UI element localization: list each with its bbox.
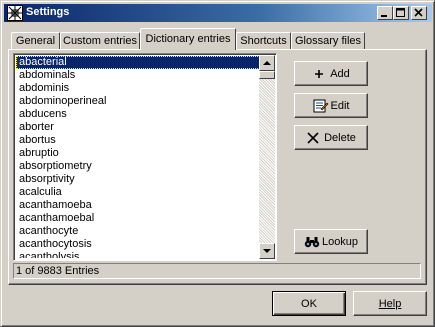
- title-bar[interactable]: Settings: [4, 4, 432, 22]
- close-button[interactable]: [411, 6, 427, 20]
- minimize-button[interactable]: [377, 6, 393, 20]
- tab-dictionary-entries[interactable]: Dictionary entries: [140, 28, 236, 50]
- list-item[interactable]: abducens: [16, 108, 260, 121]
- list-item[interactable]: absorptiometry: [16, 160, 260, 173]
- arrow-down-icon: [263, 249, 271, 253]
- list-item[interactable]: acalculia: [16, 186, 260, 199]
- binoculars-icon: [304, 235, 320, 249]
- maximize-button[interactable]: [393, 6, 409, 20]
- list-item[interactable]: acanthamoebal: [16, 212, 260, 225]
- plus-icon: [312, 67, 326, 81]
- tab-general[interactable]: General: [11, 32, 60, 50]
- entries-count-status: 1 of 9883 Entries: [13, 263, 421, 279]
- delete-button-label: Delete: [324, 131, 356, 144]
- edit-button[interactable]: Edit: [294, 93, 368, 118]
- list-item[interactable]: abdominoperineal: [16, 95, 260, 108]
- add-button[interactable]: Add: [294, 61, 368, 86]
- settings-window: Settings General Custom entries Dictiona…: [0, 0, 435, 327]
- entries-scrollbar[interactable]: [259, 55, 275, 259]
- minimize-icon: [381, 15, 387, 17]
- list-item[interactable]: abdominis: [16, 82, 260, 95]
- lookup-button-label: Lookup: [321, 235, 359, 248]
- edit-button-label: Edit: [330, 99, 350, 112]
- edit-notepad-icon: [313, 99, 328, 113]
- tab-custom-entries[interactable]: Custom entries: [60, 32, 140, 50]
- list-item[interactable]: abortus: [16, 134, 260, 147]
- close-icon: [414, 8, 423, 17]
- help-button[interactable]: Help: [353, 291, 427, 316]
- list-item[interactable]: acanthocyte: [16, 225, 260, 238]
- list-item[interactable]: acanthamoeba: [16, 199, 260, 212]
- dictionary-entries-list[interactable]: abacterial abdominals abdominis abdominoper…: [13, 53, 277, 261]
- maximize-icon: [396, 8, 405, 17]
- lookup-button[interactable]: Lookup: [294, 229, 368, 254]
- list-item[interactable]: abruptio: [16, 147, 260, 160]
- add-button-label: Add: [330, 67, 350, 80]
- tab-shortcuts[interactable]: Shortcuts: [236, 32, 291, 50]
- list-item[interactable]: absorptivity: [16, 173, 260, 186]
- list-item[interactable]: acanthocytosis: [16, 238, 260, 251]
- delete-button[interactable]: Delete: [294, 125, 368, 150]
- help-button-label: Help: [378, 297, 402, 310]
- entries-list-items: abacterial abdominals abdominis abdominoper…: [16, 56, 260, 258]
- list-item[interactable]: abdominals: [16, 69, 260, 82]
- x-delete-icon: [306, 131, 320, 145]
- arrow-up-icon: [263, 61, 271, 65]
- window-title: Settings: [26, 6, 70, 18]
- list-item[interactable]: acantholysis: [16, 251, 260, 258]
- ok-button[interactable]: OK: [272, 291, 346, 316]
- list-item[interactable]: aborter: [16, 121, 260, 134]
- scroll-up-button[interactable]: [259, 55, 275, 71]
- ok-button-label: OK: [301, 297, 317, 310]
- scroll-down-button[interactable]: [259, 243, 275, 259]
- list-item[interactable]: abacterial: [16, 56, 260, 69]
- scroll-thumb[interactable]: [259, 71, 275, 79]
- grid-app-icon[interactable]: [7, 5, 23, 21]
- tab-glossary-files[interactable]: Glossary files: [291, 32, 365, 50]
